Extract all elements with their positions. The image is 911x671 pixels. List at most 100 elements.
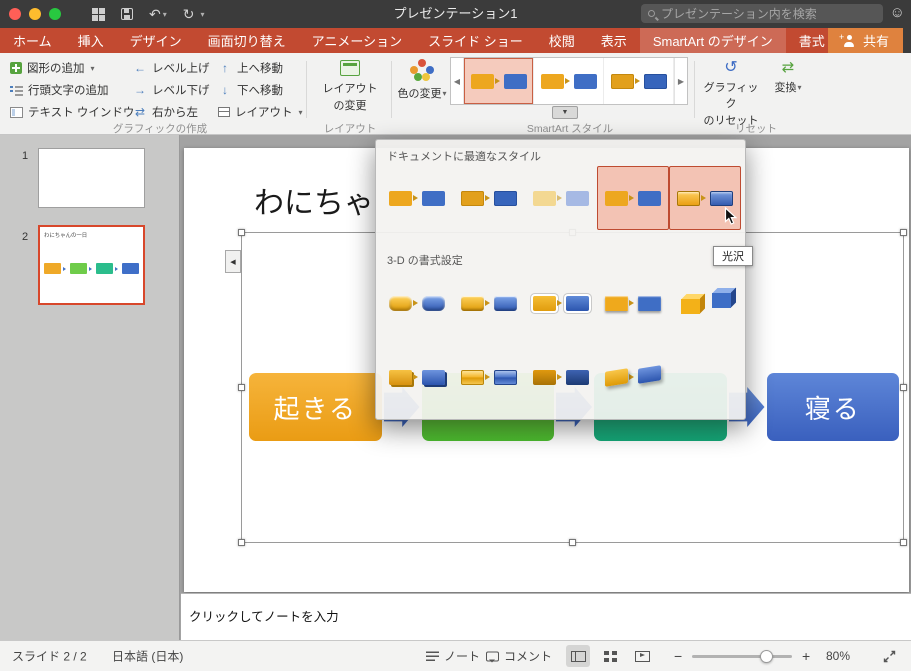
tab-design[interactable]: デザイン (117, 28, 195, 53)
view-slideshow-button[interactable] (630, 645, 654, 667)
zoom-out-button[interactable]: − (674, 648, 682, 664)
change-layout-label-1: レイアウト (322, 83, 378, 95)
view-switcher-icon[interactable] (92, 7, 105, 21)
move-down-button[interactable]: ↓ 下へ移動 (218, 82, 283, 98)
move-up-icon: ↑ (222, 61, 228, 75)
view-sorter-button[interactable] (598, 645, 622, 667)
selection-handle-ml[interactable] (238, 383, 245, 391)
close-button[interactable] (9, 8, 21, 20)
style-thumb-graphic (677, 190, 733, 206)
threed-style-a-4[interactable] (597, 271, 669, 335)
best-style-5[interactable] (669, 166, 741, 230)
style-thumb-graphic (605, 190, 661, 206)
notes-pane[interactable]: クリックしてノートを入力 (181, 593, 911, 640)
smartart-box[interactable]: 起きる (249, 373, 382, 441)
minimize-button[interactable] (29, 8, 41, 20)
threed-style-a-3[interactable] (525, 271, 597, 335)
ribbon-style-thumb-3[interactable] (604, 58, 674, 104)
selection-handle-tr[interactable] (900, 229, 907, 236)
threed-style-b-4[interactable] (597, 345, 669, 409)
gallery-prev-button[interactable]: ◀ (451, 58, 464, 104)
selection-handle-bl[interactable] (238, 539, 245, 546)
fullscreen-button[interactable] (49, 8, 61, 20)
gallery-next-button[interactable]: ▶ (674, 58, 687, 104)
notes-placeholder: クリックしてノートを入力 (189, 610, 339, 624)
redo-button[interactable]: ↻ (183, 7, 195, 21)
slide-number-1: 1 (22, 150, 29, 162)
gallery-more-button[interactable]: ▼ (552, 106, 578, 119)
tab-insert[interactable]: 挿入 (65, 28, 117, 53)
text-pane-button[interactable]: テキスト ウインドウ (10, 104, 134, 120)
best-style-2[interactable] (453, 166, 525, 230)
zoom-slider-thumb[interactable] (760, 650, 773, 663)
threed-style-a-5[interactable] (669, 271, 741, 335)
undo-caret-icon[interactable]: ▾ (163, 10, 167, 19)
mouse-cursor (724, 206, 738, 226)
change-colors-button[interactable]: 色の変更 ▾ (396, 59, 448, 101)
feedback-smiley-icon[interactable]: ☺ (890, 5, 905, 20)
threed-style-a-2[interactable] (453, 271, 525, 335)
best-style-3[interactable] (525, 166, 597, 230)
change-layout-button[interactable]: レイアウト の変更 (316, 60, 384, 113)
view-normal-button[interactable] (566, 645, 590, 667)
tab-view[interactable]: 表示 (588, 28, 640, 53)
convert-label: 変換 (774, 82, 797, 94)
promote-button[interactable]: ← レベル上げ (133, 60, 210, 76)
ribbon: 図形の追加 ▾ 行頭文字の追加 テキスト ウインドウ ← レベル上げ → レベル… (0, 53, 911, 135)
redo-caret-icon[interactable]: ▾ (200, 10, 204, 19)
tab-slideshow[interactable]: スライド ショー (415, 28, 536, 53)
selection-handle-mr[interactable] (900, 383, 907, 391)
reset-graphic-button[interactable]: ↺ グラフィック のリセット (700, 60, 762, 128)
ribbon-style-thumb-1[interactable] (464, 58, 534, 104)
slide-thumbnail-1[interactable] (38, 148, 145, 208)
threed-style-b-3[interactable] (525, 345, 597, 409)
threed-style-a-1[interactable] (381, 271, 453, 335)
gloss-tooltip: 光沢 (713, 246, 753, 266)
layout-button[interactable]: レイアウト ▾ (218, 104, 303, 120)
tab-home[interactable]: ホーム (0, 28, 65, 53)
tab-transitions[interactable]: 画面切り替え (195, 28, 299, 53)
add-shape-button[interactable]: 図形の追加 ▾ (10, 60, 95, 76)
dropdown-section-best: ドキュメントに最適なスタイル (387, 151, 541, 163)
convert-button[interactable]: ⇄ 変換 ▾ (766, 60, 810, 95)
threed-style-b-2[interactable] (453, 345, 525, 409)
share-label: 共有 (862, 34, 889, 49)
language-status[interactable]: 日本語 (日本) (112, 648, 183, 665)
selection-handle-tl[interactable] (238, 229, 245, 236)
threed-style-b-1[interactable] (381, 345, 453, 409)
search-input[interactable]: プレゼンテーション内を検索 (641, 4, 883, 23)
ribbon-style-thumb-2[interactable] (534, 58, 604, 104)
add-bullet-button[interactable]: 行頭文字の追加 (10, 82, 109, 98)
style-thumb-graphic (533, 295, 589, 311)
share-person-icon: + (839, 32, 856, 47)
selection-handle-br[interactable] (900, 539, 907, 546)
tab-smartart-design[interactable]: SmartArt のデザイン (639, 28, 786, 53)
add-shape-label: 図形の追加 (27, 63, 85, 75)
demote-button[interactable]: → レベル下げ (133, 82, 210, 98)
slide-title[interactable]: わにちゃ (254, 178, 374, 222)
best-style-1[interactable] (381, 166, 453, 230)
tab-animations[interactable]: アニメーション (299, 28, 415, 53)
text-pane-toggle[interactable]: ◀ (225, 250, 241, 273)
best-style-4[interactable] (597, 166, 669, 230)
zoom-slider[interactable] (692, 650, 792, 663)
slide-thumbnail-2[interactable]: わにちゃんの一日 (38, 225, 145, 305)
smartart-box[interactable]: 寝る (766, 373, 899, 441)
undo-button[interactable]: ↶ (149, 7, 161, 21)
notes-toggle[interactable]: ノート (426, 648, 480, 665)
promote-icon: ← (134, 61, 146, 75)
fit-window-button[interactable] (882, 649, 897, 664)
style-thumb-graphic (389, 369, 445, 385)
comments-toggle[interactable]: コメント (486, 648, 552, 665)
tab-review[interactable]: 校閲 (536, 28, 588, 53)
layout-grid-icon (218, 107, 230, 117)
zoom-in-button[interactable]: + (802, 648, 810, 664)
style-thumb-graphic (679, 292, 731, 314)
move-up-button[interactable]: ↑ 上へ移動 (218, 60, 283, 76)
save-icon[interactable] (121, 8, 133, 20)
share-button[interactable]: + 共有 (827, 28, 903, 53)
slide-number-2: 2 (22, 231, 29, 243)
selection-handle-bm[interactable] (568, 539, 576, 546)
right-to-left-button[interactable]: ⇄ 右から左 (133, 104, 198, 120)
style-thumb-graphic (461, 295, 517, 311)
